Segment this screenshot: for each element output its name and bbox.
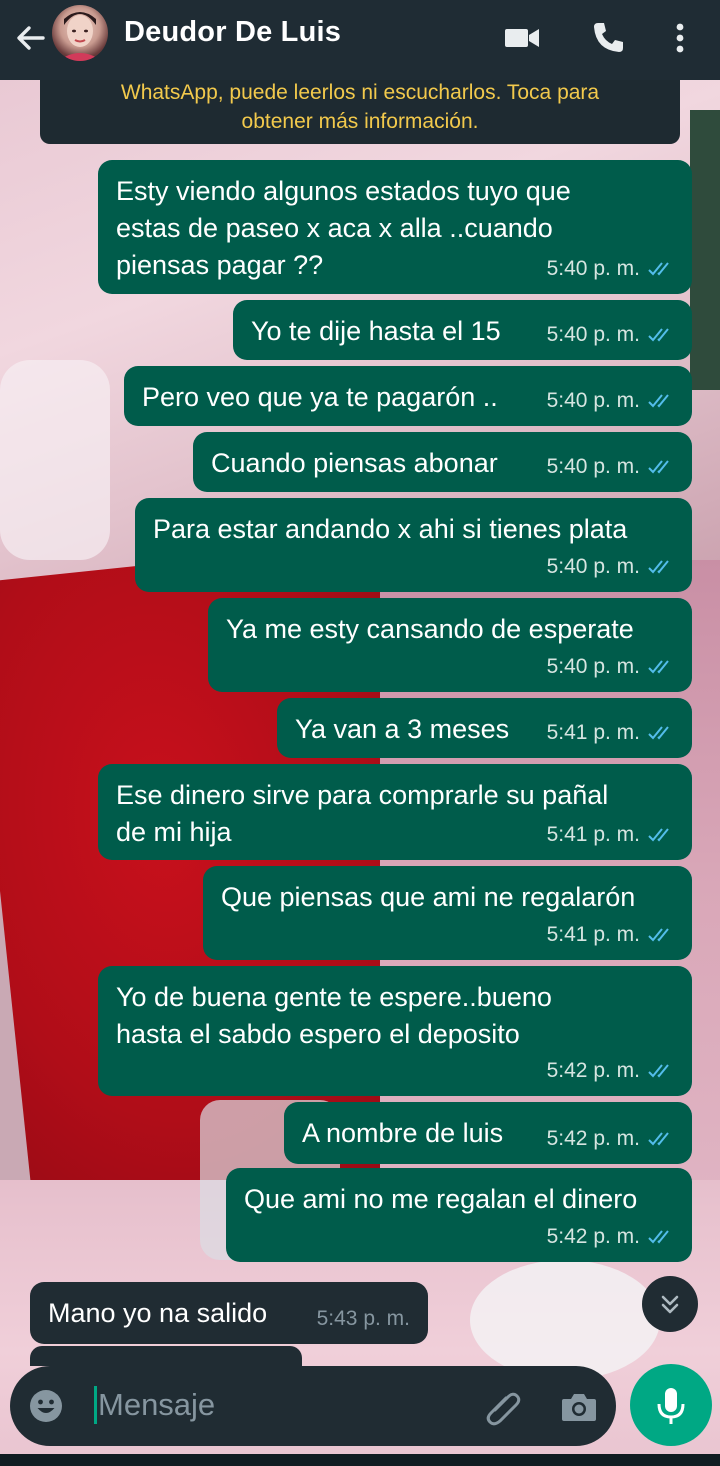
message-text: Cuando piensas abonar	[211, 448, 498, 478]
message-bubble-outgoing[interactable]: Yo de buena gente te espere..bueno hasta …	[98, 966, 692, 1096]
message-bubble-outgoing[interactable]: A nombre de luis 5:42 p. m.	[284, 1102, 692, 1164]
voice-message-button[interactable]	[630, 1364, 712, 1446]
message-text: A nombre de luis	[302, 1118, 504, 1148]
camera-icon[interactable]	[558, 1386, 600, 1428]
system-nav-bar	[0, 1454, 720, 1466]
double-chevron-down-icon	[661, 1295, 679, 1314]
read-receipt-icon	[648, 725, 669, 739]
message-text: Yo te dije hasta el 15	[251, 316, 501, 346]
encryption-notice[interactable]: WhatsApp, puede leerlos ni escucharlos. …	[40, 76, 680, 144]
read-receipt-icon	[648, 927, 669, 941]
message-time: 5:40 p. m.	[546, 655, 640, 678]
notice-line-2: obtener más información.	[241, 110, 479, 133]
message-time: 5:41 p. m.	[546, 721, 640, 744]
message-time: 5:40 p. m.	[546, 455, 640, 478]
message-text: Ese dinero sirve para comprarle su pañal…	[116, 780, 609, 847]
message-time: 5:42 p. m.	[546, 1225, 640, 1248]
message-text: Pero veo que ya te pagarón ..	[142, 382, 498, 412]
message-time: 5:41 p. m.	[546, 923, 640, 946]
message-time: 5:43 p. m.	[316, 1307, 410, 1330]
read-receipt-icon	[648, 1131, 669, 1145]
message-time: 5:40 p. m.	[546, 389, 640, 412]
phone-icon[interactable]	[588, 18, 628, 58]
message-bubble-outgoing[interactable]: Esty viendo algunos estados tuyo que esta…	[98, 160, 692, 294]
message-composer: Mensaje	[10, 1366, 616, 1446]
message-bubble-outgoing[interactable]: Ya van a 3 meses 5:41 p. m.	[277, 698, 692, 758]
message-time: 5:41 p. m.	[546, 823, 640, 846]
message-text: Que piensas que ami ne regalarón	[221, 882, 636, 912]
notice-line-1: WhatsApp, puede leerlos ni escucharlos. …	[120, 81, 600, 104]
contact-name[interactable]: Deudor De Luis	[124, 16, 341, 49]
video-call-icon[interactable]	[502, 18, 542, 58]
message-bubble-outgoing[interactable]: Que piensas que ami ne regalarón 5:41 p.…	[203, 866, 692, 960]
message-text: Mano yo na salido	[48, 1298, 268, 1328]
message-time: 5:42 p. m.	[546, 1127, 640, 1150]
message-bubble-outgoing[interactable]: Yo te dije hasta el 15 5:40 p. m.	[233, 300, 692, 360]
message-input[interactable]: Mensaje	[98, 1387, 215, 1423]
read-receipt-icon	[648, 659, 669, 673]
scroll-to-bottom-button[interactable]	[642, 1276, 698, 1332]
read-receipt-icon	[648, 827, 669, 841]
message-bubble-outgoing[interactable]: Pero veo que ya te pagarón .. 5:40 p. m.	[124, 366, 692, 426]
chat-header: Deudor De Luis	[0, 0, 720, 80]
read-receipt-icon	[648, 327, 669, 341]
message-text: Ya me esty cansando de esperate	[226, 614, 634, 644]
message-text: Ya van a 3 meses	[295, 714, 510, 744]
read-receipt-icon	[648, 261, 669, 275]
message-bubble-outgoing[interactable]: Que ami no me regalan el dinero 5:42 p. …	[226, 1168, 692, 1262]
attach-icon[interactable]	[482, 1386, 524, 1428]
message-bubble-outgoing[interactable]: Cuando piensas abonar 5:40 p. m.	[193, 432, 692, 492]
mic-icon	[657, 1388, 685, 1424]
message-time: 5:40 p. m.	[546, 555, 640, 578]
message-time: 5:40 p. m.	[546, 257, 640, 280]
read-receipt-icon	[648, 393, 669, 407]
message-bubble-outgoing[interactable]: Ese dinero sirve para comprarle su pañal…	[98, 764, 692, 860]
read-receipt-icon	[648, 559, 669, 573]
emoji-icon[interactable]	[28, 1388, 64, 1424]
message-text: Que ami no me regalan el dinero	[244, 1184, 638, 1214]
message-time: 5:42 p. m.	[546, 1059, 640, 1082]
message-bubble-outgoing[interactable]: Para estar andando x ahi si tienes plata…	[135, 498, 692, 592]
read-receipt-icon	[648, 1229, 669, 1243]
read-receipt-icon	[648, 459, 669, 473]
message-text: Yo de buena gente te espere..bueno hasta …	[116, 982, 552, 1049]
message-bubble-incoming-partial	[30, 1346, 302, 1366]
read-receipt-icon	[648, 1063, 669, 1077]
message-text: Para estar andando x ahi si tienes plata	[153, 514, 628, 544]
contact-avatar[interactable]	[52, 5, 108, 61]
message-time: 5:40 p. m.	[546, 323, 640, 346]
back-arrow-icon[interactable]	[10, 18, 50, 58]
message-bubble-incoming[interactable]: Mano yo na salido 5:43 p. m.	[30, 1282, 428, 1344]
text-cursor	[94, 1386, 97, 1424]
message-text: Esty viendo algunos estados tuyo que esta…	[116, 176, 571, 280]
more-vert-icon[interactable]	[660, 18, 700, 58]
message-bubble-outgoing[interactable]: Ya me esty cansando de esperate 5:40 p. …	[208, 598, 692, 692]
